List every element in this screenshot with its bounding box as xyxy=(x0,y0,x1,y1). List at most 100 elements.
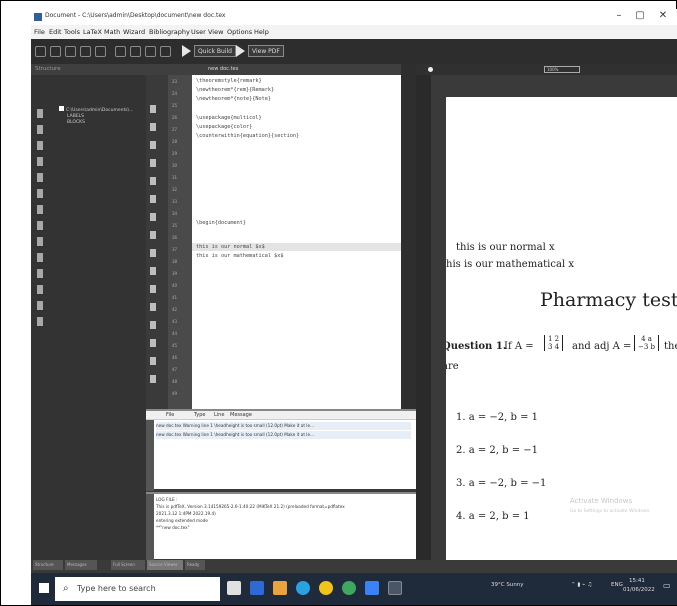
bookmark-icon[interactable] xyxy=(150,177,156,185)
menu-edit[interactable]: Edit xyxy=(49,28,62,36)
menu-tools[interactable]: Tools xyxy=(64,28,80,36)
delimiter-icon[interactable] xyxy=(37,173,43,182)
structure-icon[interactable] xyxy=(37,109,43,118)
line-number: 26 xyxy=(172,115,178,120)
structure-panel: Structure C:\Users\admin\Documents\... L… xyxy=(31,64,146,560)
arrow-icon[interactable] xyxy=(37,141,43,150)
quick-build-select[interactable]: Quick Build xyxy=(194,45,236,57)
clock-date[interactable]: 01/06/2022 xyxy=(623,587,655,593)
tree-item-blocks[interactable]: BLOCKS xyxy=(59,120,133,126)
weather-label[interactable]: 39°C Sunny xyxy=(491,582,524,588)
bookmark-icon[interactable] xyxy=(150,303,156,311)
relation-icon[interactable] xyxy=(37,125,43,134)
sync-icon[interactable] xyxy=(428,67,433,72)
undo-icon[interactable] xyxy=(115,46,126,57)
code-editor[interactable]: \theoremstyle{remark} \newtheorem*{rem}{… xyxy=(192,75,401,409)
question-if: If A = xyxy=(504,341,534,352)
favorite-icon[interactable] xyxy=(37,317,43,326)
bookmark-icon[interactable] xyxy=(150,339,156,347)
line-number: 49 xyxy=(172,391,178,396)
menu-bibliography[interactable]: Bibliography xyxy=(149,28,190,36)
bookmark-icon[interactable] xyxy=(150,141,156,149)
accent-icon[interactable] xyxy=(37,221,43,230)
status-tab-source-viewer[interactable]: Source Viewer xyxy=(147,560,183,570)
message-row[interactable]: new doc.tex Warning line 1 \headheight i… xyxy=(156,422,411,430)
paste-icon[interactable] xyxy=(160,46,171,57)
message-row[interactable]: new doc.tex Warning line 1 \headheight i… xyxy=(156,431,411,439)
bookmark-icon[interactable] xyxy=(150,213,156,221)
new-file-icon[interactable] xyxy=(35,46,46,57)
task-view-icon[interactable] xyxy=(227,581,241,595)
app-icon-4[interactable] xyxy=(365,581,379,595)
redo-icon[interactable] xyxy=(130,46,141,57)
minimize-button[interactable]: – xyxy=(611,10,627,21)
windows-taskbar: ⌕ Type here to search 39°C Sunny ⌃ ▮ ⌁ ♫… xyxy=(31,573,677,605)
menu-user[interactable]: User xyxy=(191,28,206,36)
status-tab-messages[interactable]: Messages xyxy=(65,560,97,570)
bookmark-icon[interactable] xyxy=(150,159,156,167)
notification-icon[interactable]: ▭ xyxy=(663,581,671,590)
messages-side-bar xyxy=(146,420,154,491)
taskbar-search[interactable]: ⌕ Type here to search xyxy=(55,577,220,601)
chrome-browser-icon[interactable] xyxy=(319,581,333,595)
view-pdf-select[interactable]: View PDF xyxy=(248,45,284,57)
structure-sidebar-icons xyxy=(37,109,43,333)
save-all-icon[interactable] xyxy=(80,46,91,57)
language-label[interactable]: ENG xyxy=(611,582,623,588)
copy-icon[interactable] xyxy=(145,46,156,57)
pdf-toolbar: 100% xyxy=(416,64,677,75)
operator-icon[interactable] xyxy=(37,205,43,214)
misc-icon[interactable] xyxy=(37,157,43,166)
tree-item-file[interactable]: C:\Users\admin\Documents\... xyxy=(59,106,133,114)
bookmark-icon[interactable] xyxy=(150,123,156,131)
edge-browser-icon[interactable] xyxy=(296,581,310,595)
texstudio-taskbar-icon[interactable] xyxy=(388,581,402,595)
code-line: \begin{document} xyxy=(196,220,246,226)
bookmark-icon[interactable] xyxy=(150,231,156,239)
menu-latex[interactable]: LaTeX xyxy=(83,28,102,36)
code-line: \theoremstyle{remark} xyxy=(196,78,262,84)
app-icon-2[interactable] xyxy=(273,581,287,595)
bookmark-icon[interactable] xyxy=(150,105,156,113)
line-number: 29 xyxy=(172,151,178,156)
maximize-button[interactable]: ▢ xyxy=(632,10,648,21)
math-icon[interactable] xyxy=(37,269,43,278)
zoom-select[interactable]: 100% xyxy=(544,66,580,73)
menu-view[interactable]: View xyxy=(208,28,223,36)
status-tab-fullscreen[interactable]: Full Screen xyxy=(111,560,145,570)
bracket-icon[interactable] xyxy=(37,285,43,294)
close-button[interactable]: ✕ xyxy=(655,10,671,21)
app-icon-3[interactable] xyxy=(342,581,356,595)
quick-build-play-icon[interactable] xyxy=(182,45,191,57)
screen: Document - C:\Users\admin\Desktop\docume… xyxy=(31,9,677,605)
letter-icon[interactable] xyxy=(37,253,43,262)
editor-left-icons xyxy=(146,75,168,409)
save-icon[interactable] xyxy=(65,46,76,57)
symbol-icon[interactable] xyxy=(37,237,43,246)
bookmark-icon[interactable] xyxy=(150,375,156,383)
bookmark-icon[interactable] xyxy=(150,249,156,257)
menu-wizard[interactable]: Wizard xyxy=(123,28,145,36)
tray-icons[interactable]: ⌃ ▮ ⌁ ♫ xyxy=(571,582,592,588)
view-play-icon[interactable] xyxy=(236,45,245,57)
bookmark-icon[interactable] xyxy=(150,321,156,329)
status-tab-structure[interactable]: Structure xyxy=(33,560,63,570)
menu-help[interactable]: Help xyxy=(254,28,269,36)
function-icon[interactable] xyxy=(37,301,43,310)
bookmark-icon[interactable] xyxy=(150,357,156,365)
bookmark-icon[interactable] xyxy=(150,267,156,275)
line-number: 42 xyxy=(172,307,178,312)
greek-icon[interactable] xyxy=(37,189,43,198)
clock-time[interactable]: 15:41 xyxy=(629,578,645,584)
editor-scrollbar[interactable] xyxy=(401,64,416,409)
bookmark-icon[interactable] xyxy=(150,285,156,293)
app-icon-1[interactable] xyxy=(250,581,264,595)
menu-math[interactable]: Math xyxy=(104,28,120,36)
open-file-icon[interactable] xyxy=(50,46,61,57)
bookmark-icon[interactable] xyxy=(150,195,156,203)
menu-options[interactable]: Options xyxy=(227,28,252,36)
windows-start-icon[interactable] xyxy=(39,583,49,593)
menu-file[interactable]: File xyxy=(34,28,45,36)
close-file-icon[interactable] xyxy=(95,46,106,57)
editor-tab[interactable]: new doc.tex xyxy=(208,66,238,72)
